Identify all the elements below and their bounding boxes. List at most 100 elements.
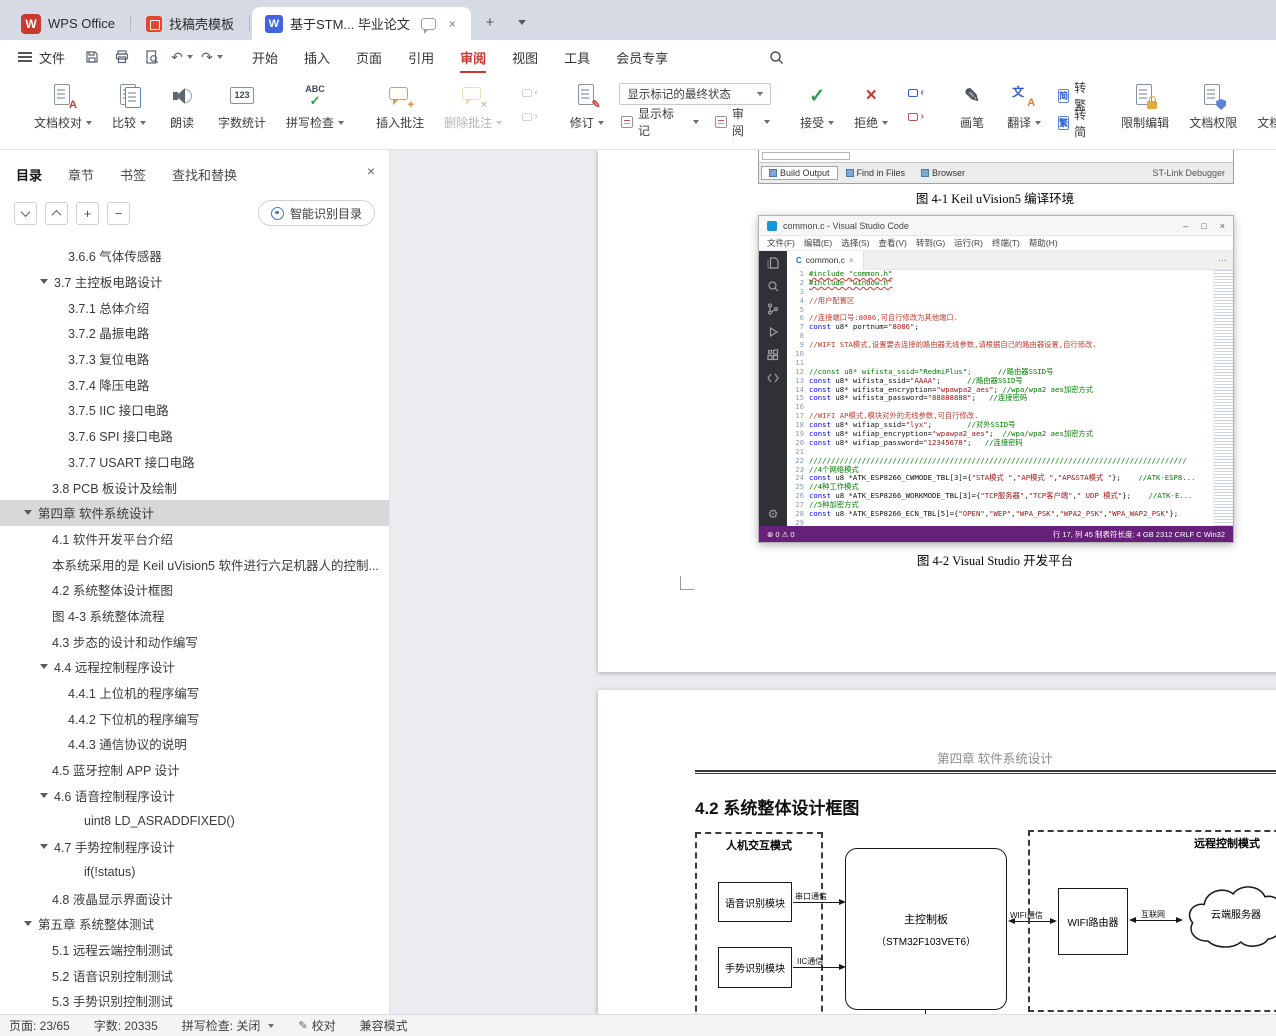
search-button[interactable] — [763, 44, 789, 70]
show-markup-state-select[interactable]: 显示标记的最终状态 — [619, 83, 772, 105]
toc-item[interactable]: 4.5 蓝牙控制 APP 设计 — [0, 757, 389, 783]
menu-tab-insert[interactable]: 插入 — [291, 40, 343, 74]
menu-tab-view[interactable]: 视图 — [499, 40, 551, 74]
toc-item[interactable]: 4.7 手势控制程序设计 — [0, 834, 389, 860]
toc-previous-heading-button[interactable] — [45, 201, 68, 225]
menu-tab-review[interactable]: 审阅 — [447, 40, 499, 74]
restrict-editing-button[interactable]: 限制编辑 — [1117, 81, 1173, 133]
doc-permission-button[interactable]: 文档权限 — [1185, 81, 1241, 133]
toc-item[interactable]: 3.7.1 总体介绍 — [0, 294, 389, 320]
toc-item[interactable]: if(!status) — [0, 860, 389, 886]
save-button[interactable] — [79, 45, 105, 69]
toc-expand-caret[interactable] — [24, 510, 32, 516]
word-count-button[interactable]: 123 字数统计 — [214, 81, 270, 133]
toc-item-label: 图 4-3 系统整体流程 — [52, 609, 165, 624]
toc-item[interactable]: uint8 LD_ASRADDFIXED() — [0, 808, 389, 834]
window-tab-document[interactable]: W 基于STM... 毕业论文 × — [251, 7, 471, 40]
toc-item[interactable]: 4.8 液晶显示界面设计 — [0, 885, 389, 911]
search-icon — [769, 50, 783, 64]
sidebar-tab-find-replace[interactable]: 查找和替换 — [172, 165, 237, 184]
toc-item[interactable]: 3.7.3 复位电路 — [0, 346, 389, 372]
quick-access-toolbar: ↶ ↷ — [79, 45, 225, 69]
toc-expand-caret[interactable] — [40, 792, 48, 798]
toc-next-heading-button[interactable] — [14, 201, 37, 225]
toc-item[interactable]: 4.4.1 上位机的程序编写 — [0, 680, 389, 706]
doc-finalize-button[interactable]: ✓ 文档定稿 — [1253, 81, 1276, 133]
toc-item[interactable]: 3.7.6 SPI 接口电路 — [0, 423, 389, 449]
to-traditional-button[interactable]: 简 转繁 — [1056, 81, 1093, 112]
toc-item[interactable]: 5.2 语音识别控制测试 — [0, 962, 389, 988]
menu-tab-page[interactable]: 页面 — [343, 40, 395, 74]
tab-list-button[interactable] — [509, 9, 535, 35]
status-page-indicator[interactable]: 页面: 23/65 — [9, 1017, 70, 1034]
status-spellcheck[interactable]: 拼写检查: 关闭 — [182, 1017, 275, 1034]
toc-item[interactable]: 4.2 系统整体设计框图 — [0, 577, 389, 603]
sidebar-tab-toc[interactable]: 目录 — [16, 165, 42, 184]
translate-button[interactable]: 文A 翻译 — [1004, 81, 1044, 133]
vscode-cursor-position: 行 17, 列 45 制表符长度: 4 GB 2312 CRLF C Win32 — [1052, 529, 1225, 539]
insert-comment-button[interactable]: + 插入批注 — [372, 81, 428, 133]
toc-expand-caret[interactable] — [24, 921, 32, 927]
spell-check-button[interactable]: ABC ✓ 拼写检查 — [282, 81, 348, 133]
menu-tab-start[interactable]: 开始 — [239, 40, 291, 74]
toc-item[interactable]: 3.8 PCB 板设计及绘制 — [0, 474, 389, 500]
toc-item[interactable]: 4.6 语音控制程序设计 — [0, 782, 389, 808]
toc-item[interactable]: 3.7.4 降压电路 — [0, 371, 389, 397]
next-comment-button: › — [518, 108, 542, 126]
compare-button[interactable]: 比较 — [108, 81, 150, 133]
accept-revision-button[interactable]: ✓ 接受 — [796, 81, 838, 133]
tab-close-icon[interactable]: × — [447, 17, 458, 31]
menu-tab-tools[interactable]: 工具 — [551, 40, 603, 74]
ink-pen-button[interactable]: ✎ 画笔 — [952, 81, 992, 133]
show-markup-button[interactable]: 显示标记 — [619, 107, 701, 138]
new-tab-button[interactable]: + — [477, 9, 503, 35]
print-preview-button[interactable] — [139, 45, 165, 69]
toc-item[interactable]: 本系统采用的是 Keil uVision5 软件进行六足机器人的控制... — [0, 551, 389, 577]
close-icon[interactable]: × — [367, 163, 375, 179]
sidebar-tab-chapters[interactable]: 章节 — [68, 165, 94, 184]
toc-item[interactable]: 4.3 步态的设计和动作编写 — [0, 628, 389, 654]
reject-revision-button[interactable]: × 拒绝 — [850, 81, 892, 133]
status-proofread[interactable]: ✎ 校对 — [298, 1017, 335, 1034]
toc-item[interactable]: 第五章 系统整体测试 — [0, 911, 389, 937]
toc-item[interactable]: 3.7 主控板电路设计 — [0, 269, 389, 295]
toc-item[interactable]: 3.7.2 晶振电路 — [0, 320, 389, 346]
toc-expand-button[interactable]: + — [76, 201, 99, 225]
menu-tab-member[interactable]: 会员专享 — [603, 40, 681, 74]
smart-toc-button[interactable]: 智能识别目录 — [257, 200, 375, 226]
vscode-editor-tab: C common.c × — [787, 250, 864, 270]
toc-item[interactable]: 4.4 远程控制程序设计 — [0, 654, 389, 680]
vscode-menu-item: 运行(R) — [954, 238, 983, 248]
toc-expand-caret[interactable] — [40, 664, 48, 670]
file-menu-button[interactable]: 文件 — [18, 48, 65, 67]
toc-collapse-button[interactable]: − — [107, 201, 130, 225]
doc-proofread-button[interactable]: A 文档校对 — [30, 81, 96, 133]
toc-item[interactable]: 5.1 远程云端控制测试 — [0, 937, 389, 963]
review-pane-button[interactable]: 审阅 — [713, 107, 772, 138]
read-aloud-button[interactable]: 朗读 — [162, 81, 202, 133]
document-canvas[interactable]: Build Output Find in Files Browser ST-Li… — [390, 150, 1276, 1014]
print-button[interactable] — [109, 45, 135, 69]
next-revision-button[interactable]: › — [904, 108, 928, 126]
redo-button[interactable]: ↷ — [199, 45, 225, 69]
menu-tab-reference[interactable]: 引用 — [395, 40, 447, 74]
toc-expand-caret[interactable] — [40, 279, 48, 285]
toc-item[interactable]: 5.3 手势识别控制测试 — [0, 988, 389, 1014]
sidebar-tab-bookmarks[interactable]: 书签 — [120, 165, 146, 184]
toc-item[interactable]: 3.6.6 气体传感器 — [0, 243, 389, 269]
toc-item[interactable]: 3.7.7 USART 接口电路 — [0, 449, 389, 475]
toc-expand-caret[interactable] — [40, 844, 48, 850]
toc-item[interactable]: 4.1 软件开发平台介绍 — [0, 526, 389, 552]
undo-button[interactable]: ↶ — [169, 45, 195, 69]
previous-revision-button[interactable]: ‹ — [904, 84, 928, 102]
window-tab-docer[interactable]: 找稿壳模板 — [133, 7, 247, 40]
toc-item[interactable]: 图 4-3 系统整体流程 — [0, 603, 389, 629]
toc-item[interactable]: 4.4.2 下位机的程序编写 — [0, 705, 389, 731]
toc-item[interactable]: 第四章 软件系统设计 — [0, 499, 389, 526]
toc-item[interactable]: 4.4.3 通信协议的说明 — [0, 731, 389, 757]
status-word-count[interactable]: 字数: 20335 — [94, 1017, 158, 1034]
track-changes-button[interactable]: ✎ 修订 — [566, 81, 607, 133]
to-simplified-button[interactable]: 繁 转简 — [1056, 108, 1093, 139]
window-tab-home[interactable]: W WPS Office — [8, 7, 128, 40]
toc-item[interactable]: 3.7.5 IIC 接口电路 — [0, 397, 389, 423]
